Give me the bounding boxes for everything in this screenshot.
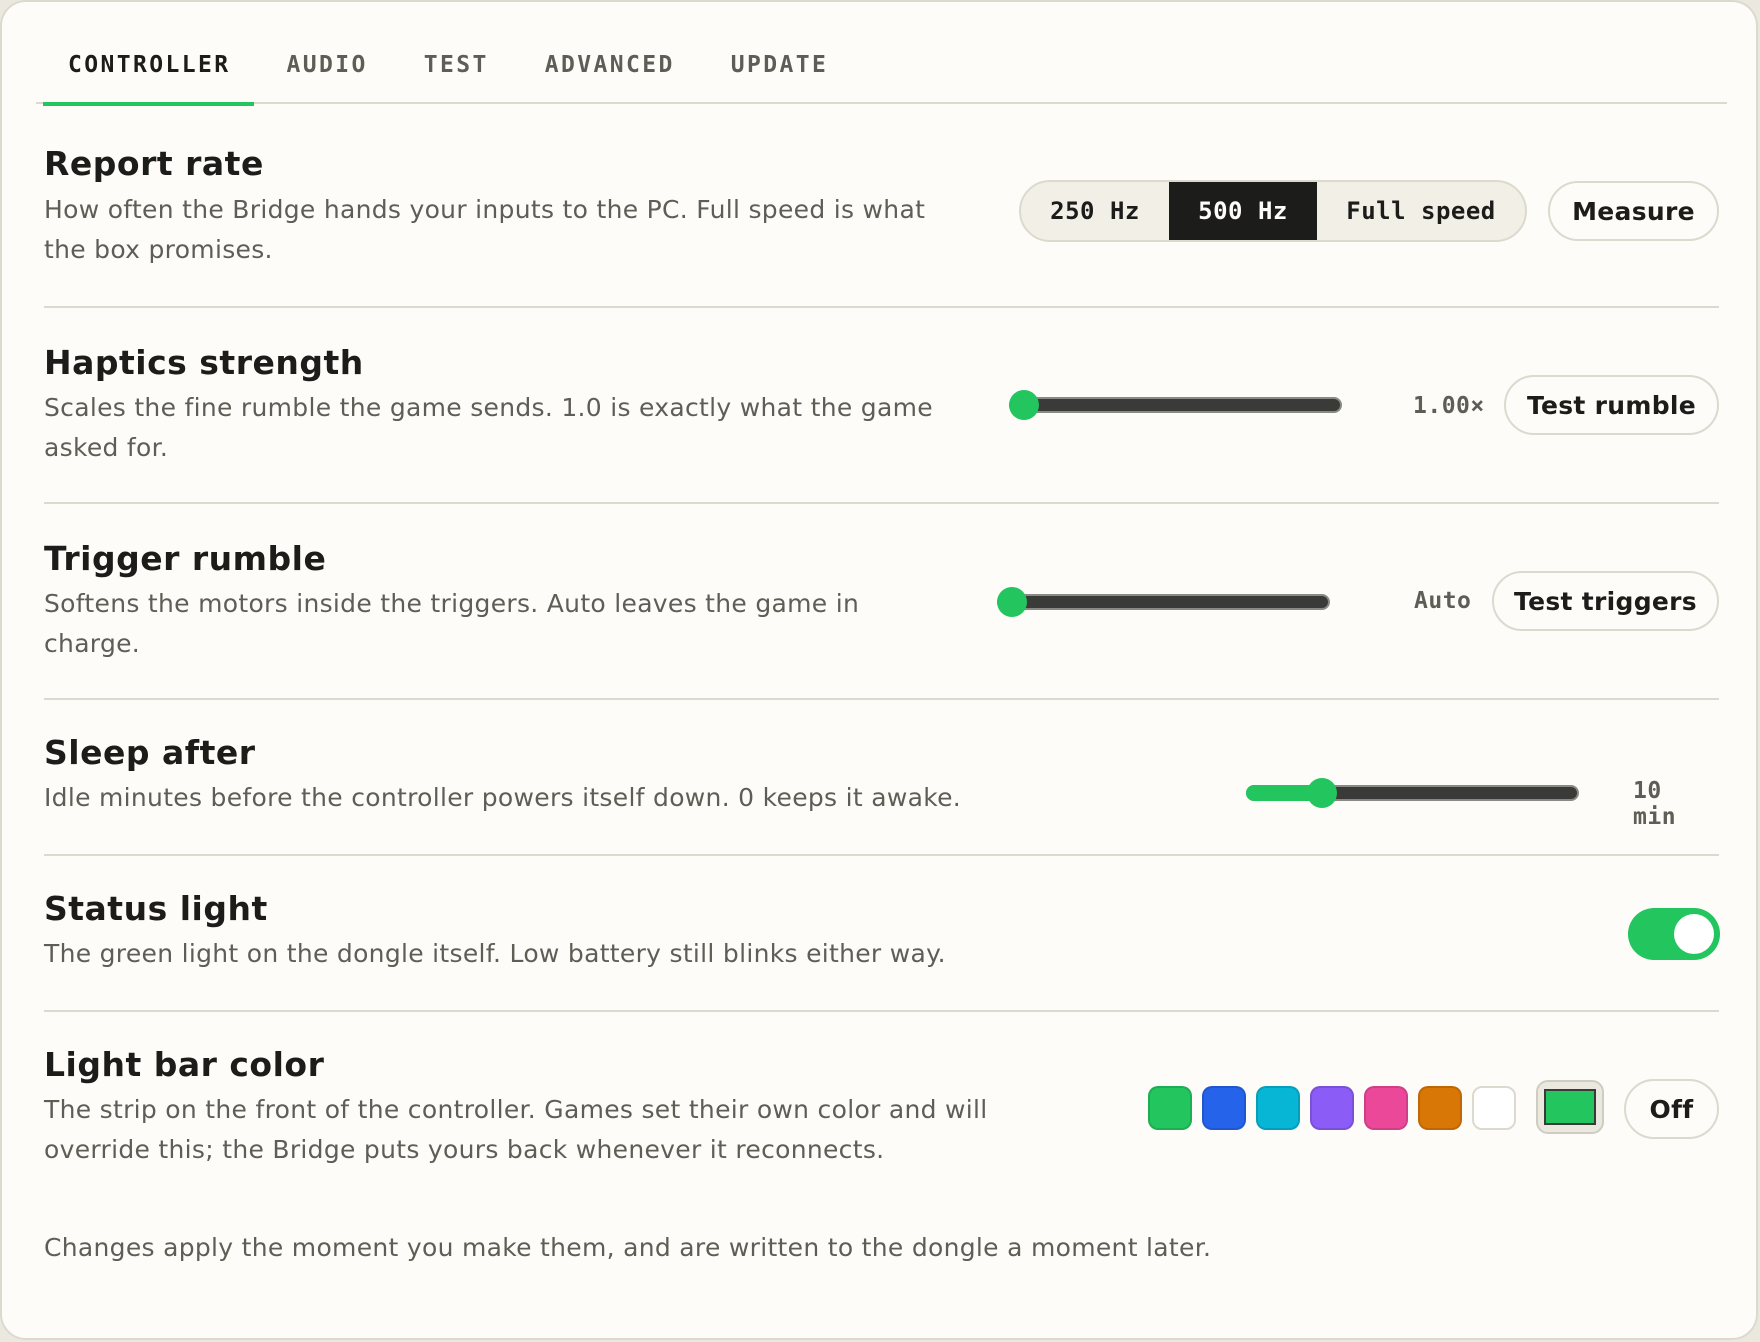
tab-bar: CONTROLLER AUDIO TEST ADVANCED UPDATE [36,42,1727,106]
report-rate-row: Report rate How often the Bridge hands y… [44,124,1719,308]
tab-advanced[interactable]: ADVANCED [517,42,703,104]
settings-panel: CONTROLLER AUDIO TEST ADVANCED UPDATE Re… [0,0,1758,1340]
trigger-rumble-value: Auto [1414,588,1472,614]
light-bar-row: Light bar color The strip on the front o… [44,1012,1719,1212]
footer-note: Changes apply the moment you make them, … [44,1233,1212,1262]
tab-controller[interactable]: CONTROLLER [36,42,255,106]
report-rate-option-full[interactable]: Full speed [1317,182,1525,240]
sleep-description: Idle minutes before the controller power… [44,783,962,812]
trigger-rumble-description: Softens the motors inside the triggers. … [44,589,860,658]
swatch-blue[interactable] [1202,1086,1246,1130]
haptics-description: Scales the fine rumble the game sends. 1… [44,393,933,462]
swatch-purple[interactable] [1310,1086,1354,1130]
status-light-description: The green light on the dongle itself. Lo… [44,939,946,968]
sleep-row: Sleep after Idle minutes before the cont… [44,700,1719,856]
trigger-rumble-slider[interactable] [997,587,1330,617]
status-light-toggle-knob [1674,914,1714,954]
report-rate-option-250[interactable]: 250 Hz [1021,182,1169,240]
sleep-title: Sleep after [44,733,256,772]
light-bar-swatches [1148,1086,1516,1130]
light-bar-title: Light bar color [44,1045,325,1084]
haptics-value: 1.00× [1413,393,1485,419]
trigger-rumble-slider-thumb[interactable] [997,587,1027,617]
trigger-rumble-slider-track [997,594,1330,610]
trigger-rumble-row: Trigger rumble Softens the motors inside… [44,504,1719,700]
report-rate-option-500[interactable]: 500 Hz [1169,182,1317,240]
swatch-green[interactable] [1148,1086,1192,1130]
swatch-orange[interactable] [1418,1086,1462,1130]
light-bar-off-button[interactable]: Off [1624,1079,1719,1139]
test-rumble-button[interactable]: Test rumble [1504,375,1719,435]
report-rate-description: How often the Bridge hands your inputs t… [44,195,926,264]
trigger-rumble-title: Trigger rumble [44,539,327,578]
sleep-slider[interactable] [1246,778,1579,808]
report-rate-title: Report rate [44,144,264,183]
status-light-row: Status light The green light on the dong… [44,856,1720,1012]
measure-button[interactable]: Measure [1548,181,1719,241]
tab-audio[interactable]: AUDIO [254,42,395,104]
tab-update[interactable]: UPDATE [703,42,851,104]
status-light-toggle[interactable] [1628,908,1720,960]
haptics-slider-thumb[interactable] [1009,390,1039,420]
test-triggers-button[interactable]: Test triggers [1492,571,1719,631]
sleep-value: 10 min [1633,778,1677,830]
light-bar-description: The strip on the front of the controller… [44,1095,988,1164]
swatch-pink[interactable] [1364,1086,1408,1130]
tab-test[interactable]: TEST [396,42,517,104]
sleep-slider-thumb[interactable] [1306,778,1337,808]
haptics-title: Haptics strength [44,343,364,382]
report-rate-selector: 250 Hz 500 Hz Full speed [1019,180,1527,242]
swatch-cyan[interactable] [1256,1086,1300,1130]
haptics-slider[interactable] [1009,390,1342,420]
custom-color-picker[interactable] [1536,1080,1604,1134]
custom-color-preview [1544,1089,1596,1125]
haptics-row: Haptics strength Scales the fine rumble … [44,308,1719,504]
status-light-title: Status light [44,889,268,928]
haptics-slider-track [1009,397,1342,413]
swatch-white[interactable] [1472,1086,1516,1130]
